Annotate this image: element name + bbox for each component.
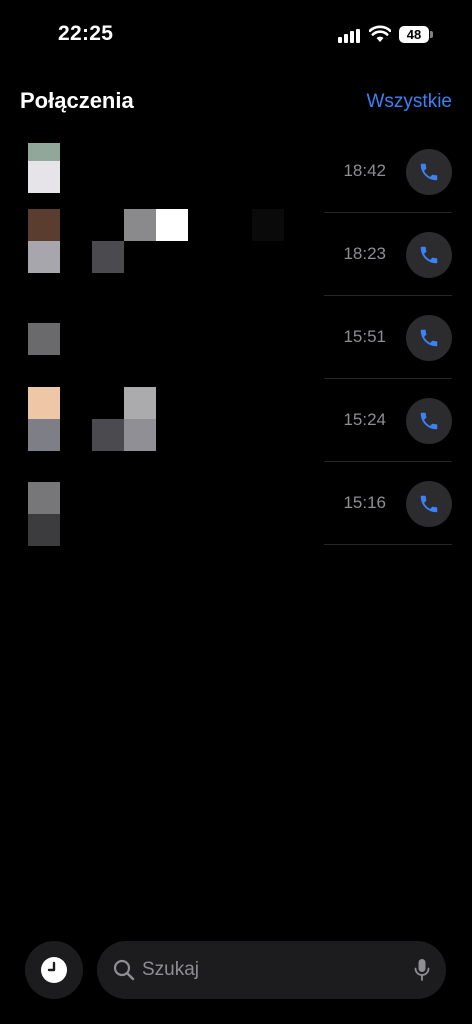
battery-level: 48 (399, 26, 429, 43)
search-input[interactable]: Szukaj (142, 959, 199, 981)
microphone-icon[interactable] (414, 958, 430, 982)
page-title: Połączenia (20, 88, 134, 113)
call-time: 18:42 (343, 161, 386, 180)
call-row[interactable]: 15:51 (0, 296, 472, 379)
search-bar[interactable]: Szukaj (97, 941, 446, 999)
call-list: 18:42 18:23 15:51 15:24 15:16 (0, 130, 472, 546)
call-row[interactable]: 15:24 (0, 379, 472, 462)
call-time: 15:16 (343, 493, 386, 512)
filter-all-button[interactable]: Wszystkie (367, 91, 453, 113)
call-row[interactable]: 18:23 (0, 209, 472, 296)
call-row[interactable]: 18:42 (0, 130, 472, 213)
phone-icon (420, 329, 438, 347)
phone-icon (420, 163, 438, 181)
call-row[interactable]: 15:16 (0, 462, 472, 546)
call-back-button[interactable] (406, 398, 452, 444)
phone-icon (420, 246, 438, 264)
call-back-button[interactable] (406, 232, 452, 278)
recents-button[interactable] (25, 941, 83, 999)
status-time: 22:25 (58, 22, 114, 45)
call-back-button[interactable] (406, 481, 452, 527)
phone-icon (420, 412, 438, 430)
status-bar: 22:25 48 (0, 0, 472, 64)
battery-icon: 48 (399, 26, 433, 43)
call-back-button[interactable] (406, 149, 452, 195)
call-time: 18:23 (343, 244, 386, 263)
call-time: 15:24 (343, 410, 386, 429)
phone-icon (420, 495, 438, 513)
call-time: 15:51 (343, 327, 386, 346)
cellular-signal-icon (338, 29, 362, 43)
search-icon (113, 959, 135, 981)
clock-icon (41, 957, 67, 983)
divider (324, 544, 452, 545)
wifi-icon (368, 25, 392, 43)
call-back-button[interactable] (406, 315, 452, 361)
